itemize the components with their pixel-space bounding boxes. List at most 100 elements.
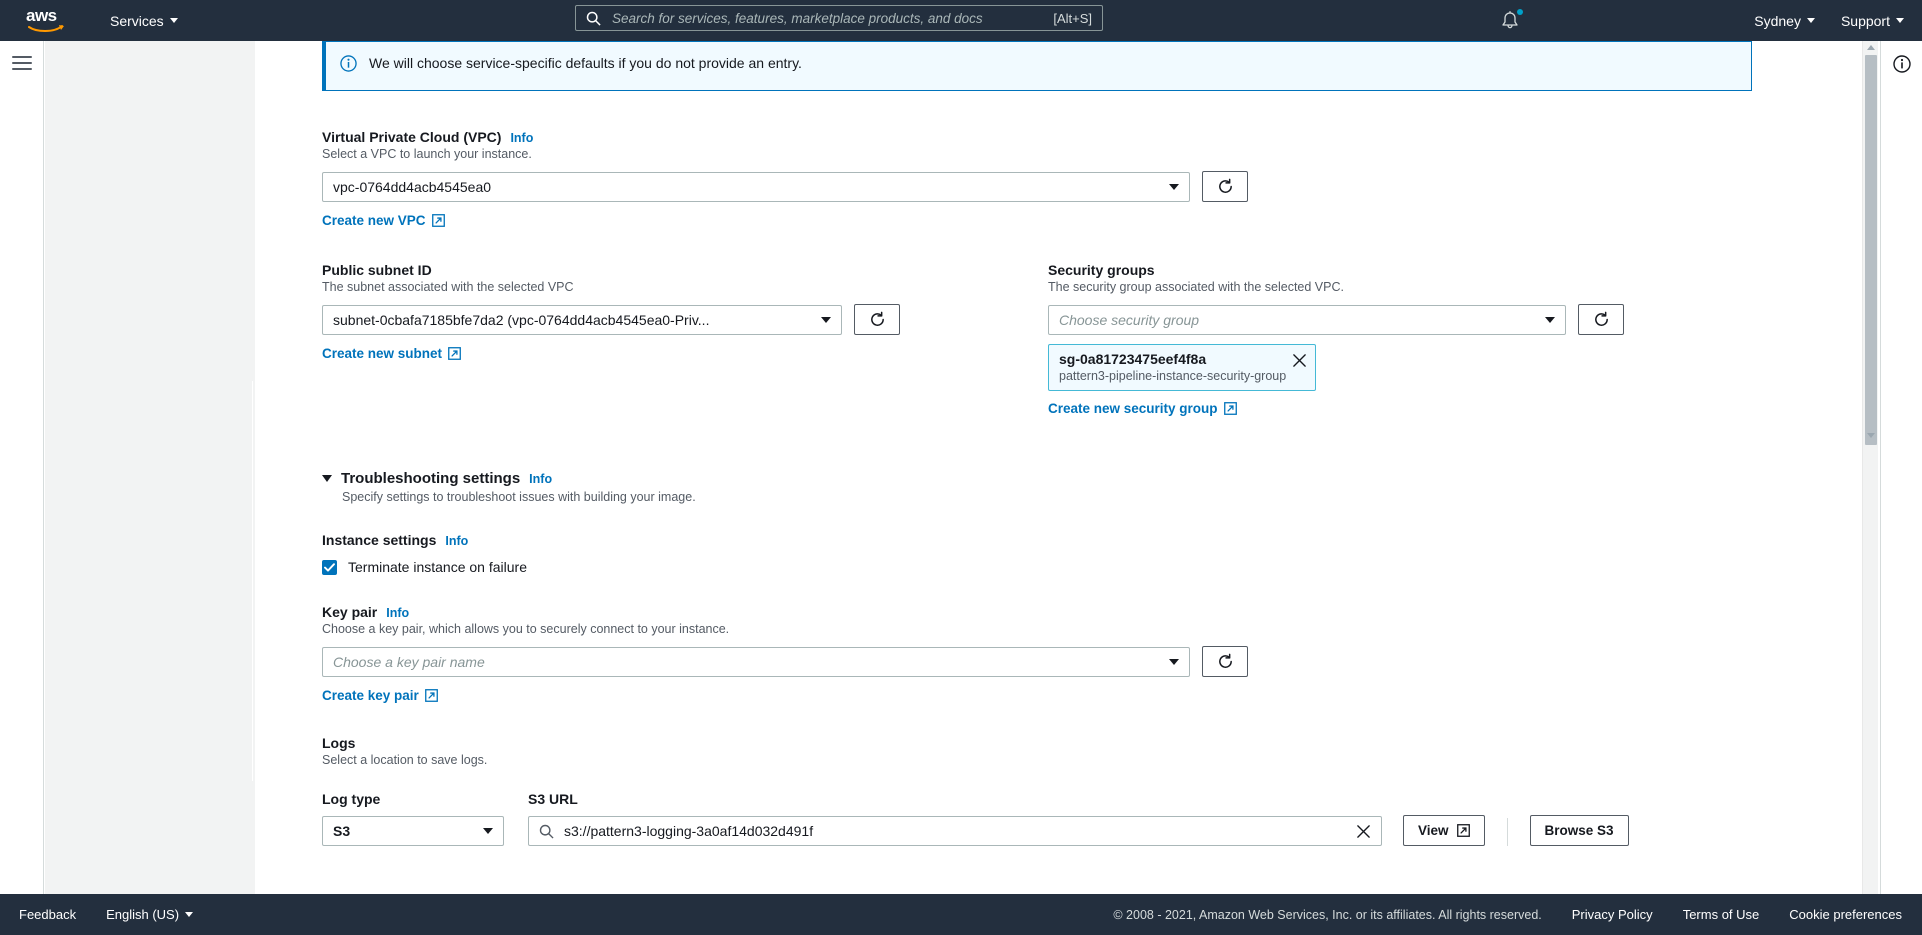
info-alert: We will choose service-specific defaults… <box>322 41 1752 91</box>
chevron-down-icon <box>1545 316 1555 323</box>
global-search[interactable]: [Alt+S] <box>575 5 1103 31</box>
vertical-scrollbar-thumb[interactable] <box>1865 55 1877 445</box>
search-shortcut-hint: [Alt+S] <box>1053 10 1092 26</box>
chevron-down-icon <box>1169 658 1179 665</box>
external-link-icon <box>1456 824 1470 837</box>
feedback-link[interactable]: Feedback <box>19 907 76 922</box>
key-pair-label: Key pair <box>322 604 378 620</box>
chevron-down-icon <box>169 18 178 23</box>
instance-settings-info-link[interactable]: Info <box>445 534 468 548</box>
vpc-select[interactable]: vpc-0764dd4acb4545ea0 <box>322 171 1190 202</box>
view-button[interactable]: View <box>1403 815 1485 846</box>
help-panel-toggle-button[interactable] <box>1892 55 1911 78</box>
key-pair-select[interactable]: Choose a key pair name <box>322 646 1190 677</box>
create-new-subnet-link[interactable]: Create new subnet <box>322 346 461 361</box>
search-input[interactable] <box>610 9 1046 27</box>
s3-url-value: s3://pattern3-logging-3a0af14d032d491f <box>564 823 814 839</box>
external-link-icon <box>424 689 438 702</box>
key-pair-info-link[interactable]: Info <box>386 606 409 620</box>
aws-logo-text: aws <box>26 5 57 25</box>
instance-settings-group: Instance settings Info Terminate instanc… <box>322 532 1752 575</box>
vpc-label-row: Virtual Private Cloud (VPC) Info <box>322 129 1752 145</box>
subnet-description: The subnet associated with the selected … <box>322 280 574 294</box>
key-pair-description: Choose a key pair, which allows you to s… <box>322 622 730 636</box>
instance-settings-label-row: Instance settings Info <box>322 532 1752 548</box>
subnet-refresh-button[interactable] <box>854 304 900 335</box>
vpc-select-value: vpc-0764dd4acb4545ea0 <box>333 178 492 195</box>
cookie-preferences-link[interactable]: Cookie preferences <box>1789 907 1902 922</box>
privacy-policy-link[interactable]: Privacy Policy <box>1572 907 1653 922</box>
troubleshooting-description: Specify settings to troubleshoot issues … <box>342 490 696 504</box>
external-link-icon <box>1223 402 1237 415</box>
troubleshooting-title: Troubleshooting settings <box>341 470 521 487</box>
close-icon[interactable] <box>1292 353 1307 368</box>
external-link-icon <box>448 347 461 360</box>
subnet-select[interactable]: subnet-0cbafa7185bfe7da2 (vpc-0764dd4acb… <box>322 304 842 335</box>
side-navigation-panel[interactable] <box>45 41 255 899</box>
chevron-down-icon[interactable] <box>322 475 332 482</box>
log-type-select[interactable]: S3 <box>322 816 504 846</box>
aws-logo-swoosh <box>28 24 64 32</box>
create-new-vpc-label: Create new VPC <box>322 213 426 228</box>
language-selector[interactable]: English (US) <box>106 907 194 922</box>
search-icon <box>539 824 554 839</box>
scroll-up-arrow-icon[interactable] <box>1867 45 1875 50</box>
services-menu[interactable]: Services <box>106 0 182 41</box>
region-selector[interactable]: Sydney <box>1754 13 1815 29</box>
close-icon[interactable] <box>1356 824 1371 839</box>
security-groups-select[interactable]: Choose security group <box>1048 304 1566 335</box>
create-new-vpc-link[interactable]: Create new VPC <box>322 213 445 228</box>
terminate-on-failure-checkbox[interactable] <box>322 559 337 575</box>
app-shell: We will choose service-specific defaults… <box>0 41 1922 935</box>
security-group-token-name: pattern3-pipeline-instance-security-grou… <box>1059 369 1287 383</box>
key-pair-refresh-button[interactable] <box>1202 646 1248 677</box>
checkmark-icon <box>324 562 335 572</box>
refresh-icon <box>1218 178 1232 193</box>
vpc-info-link[interactable]: Info <box>510 131 533 145</box>
terms-of-use-link[interactable]: Terms of Use <box>1683 907 1760 922</box>
support-menu[interactable]: Support <box>1841 13 1904 29</box>
terminate-on-failure-row[interactable]: Terminate instance on failure <box>322 559 1752 575</box>
aws-logo[interactable]: aws <box>26 5 70 34</box>
chevron-down-icon <box>185 912 194 917</box>
notification-indicator-dot <box>1517 9 1523 15</box>
chevron-down-icon <box>483 828 493 834</box>
security-groups-field-group: Security groups The security group assoc… <box>1048 262 1624 418</box>
button-divider <box>1506 818 1508 846</box>
notifications-button[interactable] <box>1500 8 1526 34</box>
footer-left-group: Feedback English (US) <box>19 907 194 922</box>
troubleshooting-header[interactable]: Troubleshooting settings Info <box>322 470 1752 487</box>
create-new-security-group-link[interactable]: Create new security group <box>1048 401 1237 416</box>
vpc-description: Select a VPC to launch your instance. <box>322 147 532 161</box>
hamburger-icon-bar <box>11 68 32 70</box>
main-content: We will choose service-specific defaults… <box>256 41 1831 899</box>
info-circle-icon <box>1892 55 1911 73</box>
subnet-select-value: subnet-0cbafa7185bfe7da2 (vpc-0764dd4acb… <box>333 311 710 328</box>
security-groups-refresh-button[interactable] <box>1578 304 1624 335</box>
support-label: Support <box>1840 12 1890 29</box>
key-pair-group: Key pair Info Choose a key pair, which a… <box>322 604 1752 705</box>
security-group-token[interactable]: sg-0a81723475eef4f8a pattern3-pipeline-i… <box>1048 344 1316 391</box>
troubleshooting-info-link[interactable]: Info <box>529 472 552 486</box>
nav-toggle-button[interactable] <box>11 56 32 70</box>
chevron-down-icon <box>1896 18 1904 23</box>
security-groups-placeholder: Choose security group <box>1059 311 1200 328</box>
security-groups-description: The security group associated with the s… <box>1048 280 1344 294</box>
s3-url-group: S3 URL s3://pattern3-logging-3a0af14d032… <box>528 791 1382 846</box>
log-type-label: Log type <box>322 791 381 807</box>
left-rail <box>0 41 44 899</box>
scroll-down-arrow-icon[interactable] <box>1867 433 1875 438</box>
s3-url-input[interactable]: s3://pattern3-logging-3a0af14d032d491f <box>528 816 1382 846</box>
log-type-value: S3 <box>333 823 351 839</box>
vpc-refresh-button[interactable] <box>1202 171 1248 202</box>
content-vertical-scrollbar[interactable] <box>1862 41 1878 899</box>
header-right-group: Sydney Support <box>1754 0 1904 41</box>
browse-s3-button[interactable]: Browse S3 <box>1529 815 1629 846</box>
create-key-pair-link[interactable]: Create key pair <box>322 688 438 703</box>
create-image-pipeline-form: We will choose service-specific defaults… <box>322 41 1752 846</box>
chevron-down-icon <box>1169 183 1179 190</box>
create-new-security-group-label: Create new security group <box>1048 401 1218 416</box>
refresh-icon <box>1594 311 1608 326</box>
create-key-pair-label: Create key pair <box>322 688 419 703</box>
logs-group: Logs Select a location to save logs. Log… <box>322 735 1752 846</box>
